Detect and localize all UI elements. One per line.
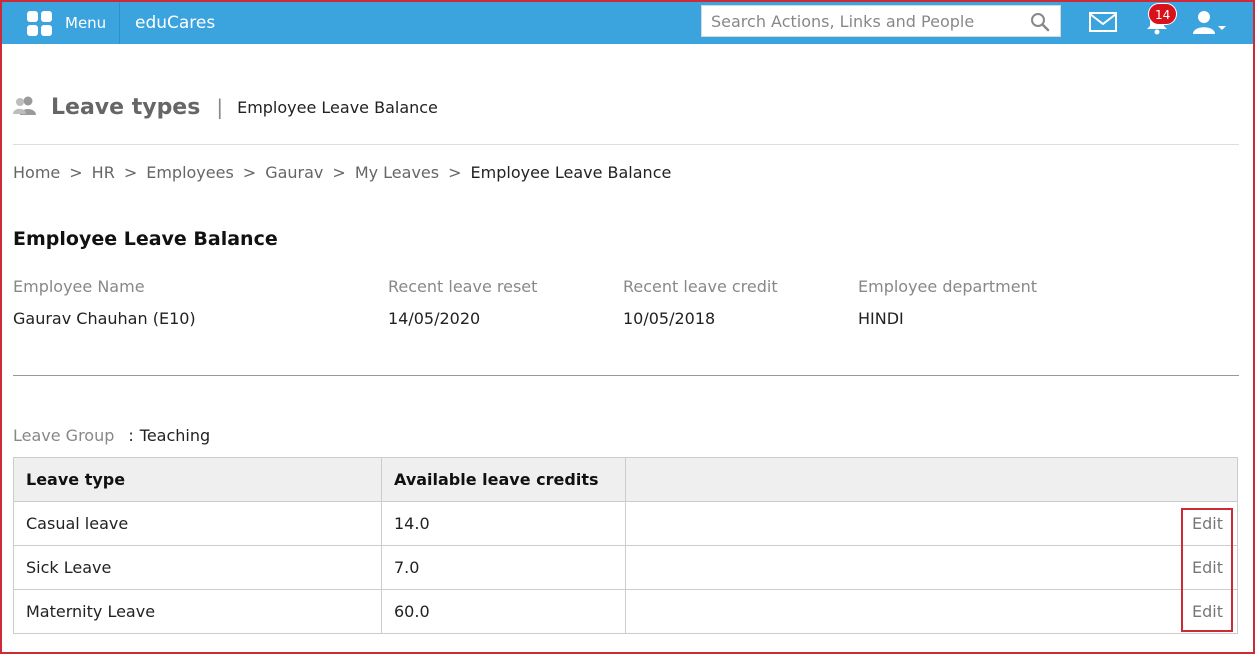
menu-label: Menu (65, 14, 107, 32)
employee-name-label: Employee Name (13, 277, 145, 296)
leave-type-cell: Casual leave (13, 501, 382, 546)
breadcrumb-separator: > (332, 163, 346, 182)
menu-button[interactable]: Menu (2, 2, 120, 44)
breadcrumb-home[interactable]: Home (13, 163, 60, 182)
table-row: Sick Leave 7.0 Edit (13, 545, 1238, 590)
mail-icon[interactable] (1089, 12, 1117, 36)
breadcrumb-hr[interactable]: HR (92, 163, 115, 182)
employee-name-value: Gaurav Chauhan (E10) (13, 309, 196, 328)
table-header-row: Leave type Available leave credits (13, 457, 1238, 502)
page-title: Leave types (51, 94, 201, 120)
grid-menu-icon (27, 10, 52, 36)
leave-type-cell: Maternity Leave (13, 589, 382, 634)
breadcrumb-separator: > (123, 163, 138, 182)
global-search (701, 5, 1061, 37)
action-cell: Edit (625, 501, 1238, 546)
header-divider (13, 144, 1239, 145)
edit-column-highlight (1181, 508, 1233, 632)
top-bar: Menu eduCares (2, 2, 1253, 44)
leave-group: Leave Group: Teaching (13, 426, 210, 445)
user-icon[interactable] (1193, 10, 1227, 38)
breadcrumb-current: Employee Leave Balance (470, 163, 672, 182)
column-header-leave-type: Leave type (13, 457, 382, 502)
action-cell: Edit (625, 589, 1238, 634)
breadcrumb: Home > HR > Employees > Gaurav > My Leav… (13, 163, 671, 182)
breadcrumb-separator: > (69, 163, 83, 182)
leave-credits-cell: 7.0 (381, 545, 626, 590)
page-header: Leave types | Employee Leave Balance (13, 90, 438, 124)
column-header-actions (625, 457, 1238, 502)
leave-type-cell: Sick Leave (13, 545, 382, 590)
table-row: Maternity Leave 60.0 Edit (13, 589, 1238, 634)
notification-badge[interactable]: 14 (1148, 3, 1178, 25)
leave-group-separator: : (128, 426, 134, 445)
leave-credits-cell: 14.0 (381, 501, 626, 546)
table-row: Casual leave 14.0 Edit (13, 501, 1238, 546)
leave-reset-value: 14/05/2020 (388, 309, 481, 328)
leave-reset-label: Recent leave reset (388, 277, 538, 296)
breadcrumb-separator: > (448, 163, 462, 182)
department-value: HINDI (858, 309, 904, 328)
search-input[interactable] (702, 6, 1022, 36)
page-subtitle: Employee Leave Balance (237, 97, 438, 117)
breadcrumb-gaurav[interactable]: Gaurav (265, 163, 323, 182)
leave-group-value: Teaching (139, 426, 211, 445)
action-cell: Edit (625, 545, 1238, 590)
leave-credits-cell: 60.0 (381, 589, 626, 634)
search-icon[interactable] (1030, 12, 1050, 36)
title-separator: | (216, 95, 224, 119)
people-icon (13, 95, 38, 119)
section-divider (13, 375, 1239, 376)
department-label: Employee department (858, 277, 1037, 296)
leave-balance-table: Leave type Available leave credits Casua… (13, 457, 1238, 634)
breadcrumb-my-leaves[interactable]: My Leaves (355, 163, 439, 182)
breadcrumb-employees[interactable]: Employees (146, 163, 234, 182)
section-title: Employee Leave Balance (13, 228, 278, 250)
leave-credit-label: Recent leave credit (623, 277, 778, 296)
column-header-available-credits: Available leave credits (381, 457, 626, 502)
leave-credit-value: 10/05/2018 (623, 309, 716, 328)
leave-group-label: Leave Group (13, 426, 115, 445)
app-name[interactable]: eduCares (135, 2, 215, 44)
breadcrumb-separator: > (242, 163, 257, 182)
